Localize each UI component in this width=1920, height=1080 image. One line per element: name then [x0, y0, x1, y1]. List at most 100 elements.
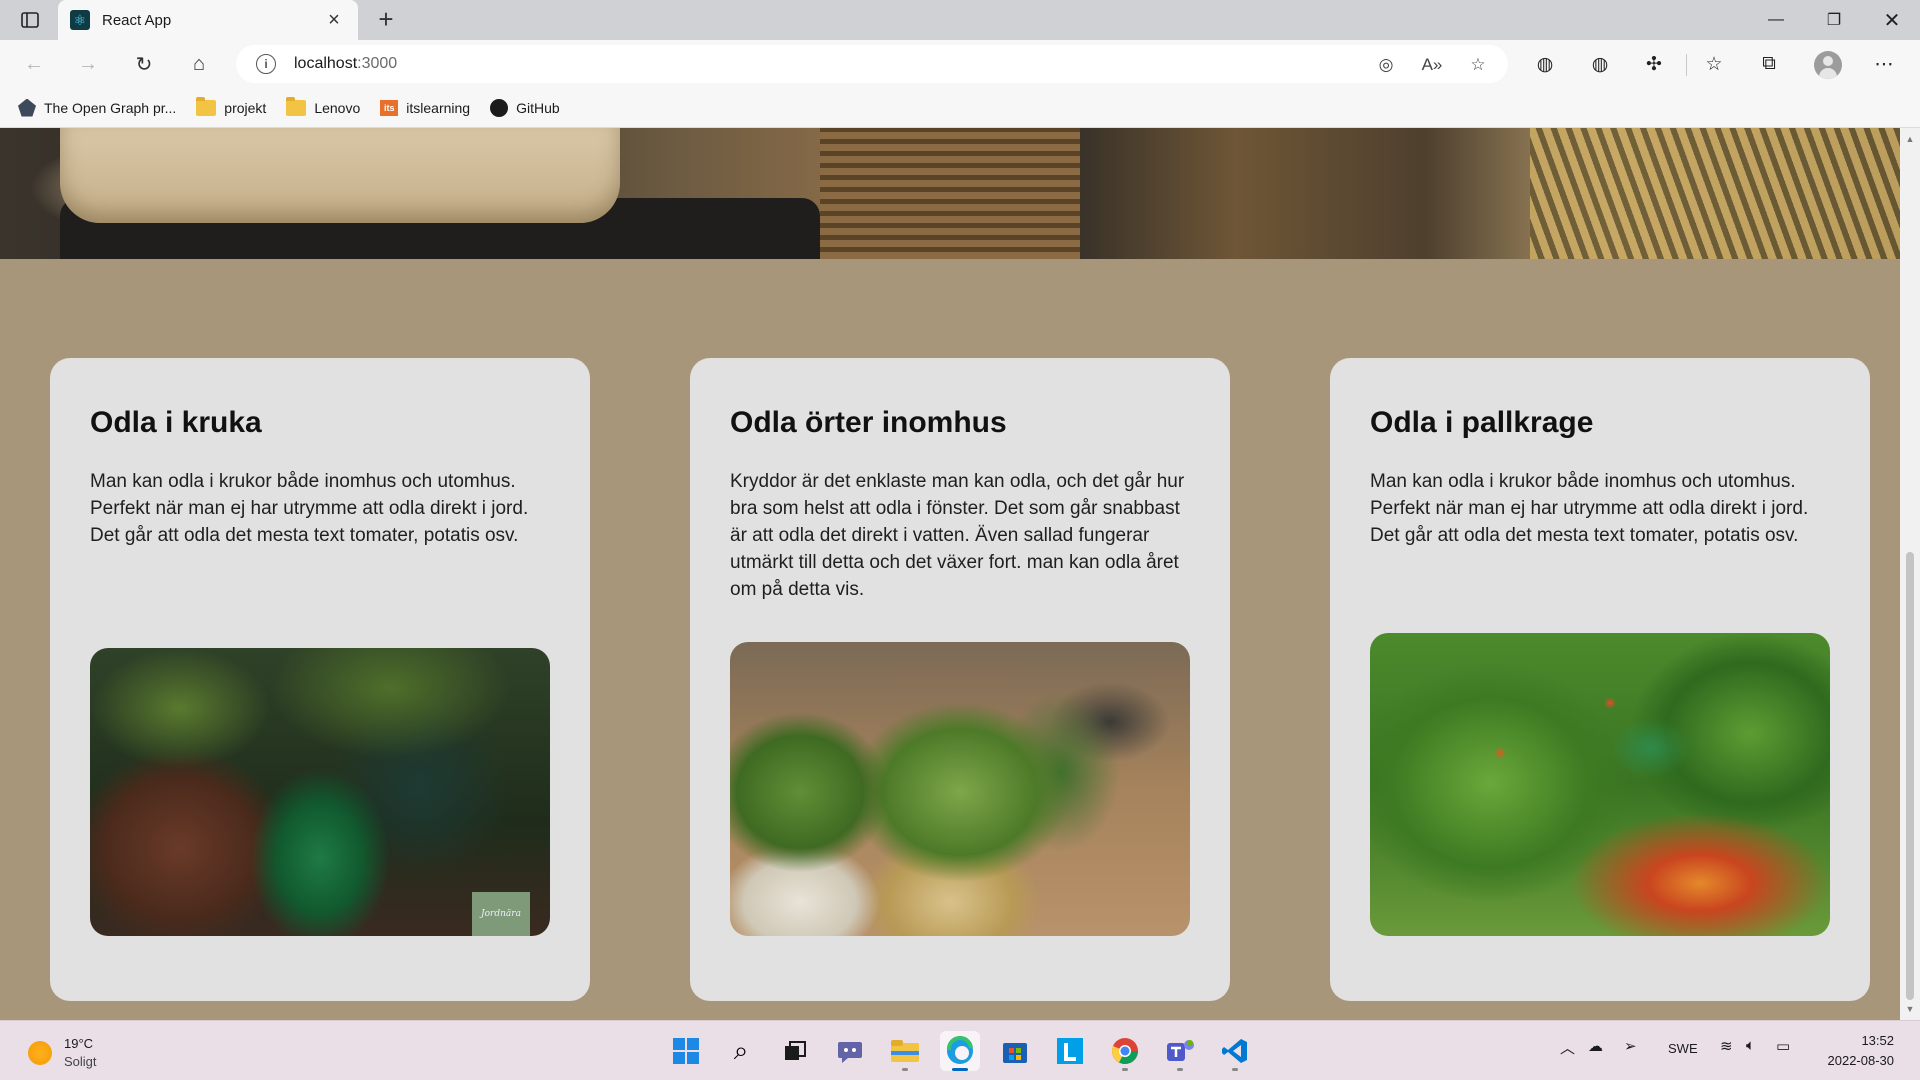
vscode-button[interactable]	[1215, 1031, 1255, 1071]
teams-chat-icon	[838, 1042, 862, 1063]
hero-image	[0, 128, 1900, 259]
active-indicator	[952, 1068, 968, 1071]
add-favorite-icon[interactable]: ☆	[1466, 53, 1490, 77]
url-text[interactable]: localhost:3000	[294, 55, 397, 73]
restore-button[interactable]: ❐	[1806, 0, 1862, 40]
favorites-icon[interactable]: ☆	[1696, 48, 1732, 80]
folder-icon	[286, 96, 307, 116]
tab-actions-button[interactable]	[14, 8, 46, 32]
chat-button[interactable]	[830, 1031, 870, 1071]
hero-wicker-shape	[1530, 128, 1900, 259]
bookmark-label: GitHub	[516, 99, 560, 116]
refresh-button[interactable]: ↻	[126, 48, 162, 80]
chrome-button[interactable]	[1105, 1031, 1145, 1071]
weather-widget[interactable]: 19°C Soligt	[28, 1035, 97, 1071]
card-orter: Odla örter inomhus Kryddor är det enklas…	[690, 358, 1230, 1001]
microsoft-store-icon	[1003, 1043, 1027, 1063]
weather-temperature: 19°C	[64, 1036, 94, 1051]
card-image-garden	[1370, 633, 1830, 936]
scrollbar-thumb[interactable]	[1906, 552, 1914, 1000]
taskbar: 19°C Soligt ⌕ ︿ ☁ ➢ SWE ≋ 🔈︎ ▭ 13:52 202…	[0, 1020, 1920, 1080]
volume-icon[interactable]: 🔈︎	[1746, 1037, 1755, 1054]
teams-icon	[1167, 1040, 1194, 1061]
close-tab-icon[interactable]: ×	[322, 9, 346, 32]
scroll-up-icon[interactable]: ▲	[1905, 134, 1915, 144]
card-title: Odla i pallkrage	[1370, 406, 1594, 439]
card-text: Man kan odla i krukor både inomhus och u…	[1370, 471, 1809, 546]
hero-basket-shape	[820, 128, 1080, 259]
new-tab-button[interactable]: +	[370, 4, 402, 36]
page-scrollbar[interactable]: ▲ ▼	[1900, 128, 1920, 1020]
tab-react-app[interactable]: ⚛ React App ×	[58, 0, 358, 40]
jordnara-logo: Jordnära	[472, 892, 530, 936]
bookmark-opengraph[interactable]: The Open Graph pr...	[18, 98, 176, 117]
card-title: Odla örter inomhus	[730, 406, 1007, 439]
page-viewport: Odla i kruka Man kan odla i krukor både …	[0, 128, 1900, 1020]
onedrive-sync-icon[interactable]: ☁	[1588, 1037, 1603, 1055]
extension-globe-icon[interactable]: ◍	[1527, 48, 1563, 80]
more-menu-icon[interactable]: ⋯	[1866, 48, 1902, 80]
running-indicator	[1122, 1068, 1128, 1071]
extension-globe-2-icon[interactable]: ◍	[1582, 48, 1618, 80]
vscode-icon	[1222, 1039, 1247, 1063]
language-indicator[interactable]: SWE	[1668, 1041, 1698, 1056]
bookmark-github[interactable]: GitHub	[490, 98, 560, 117]
site-info-icon[interactable]: i	[256, 54, 276, 74]
scroll-down-icon[interactable]: ▼	[1905, 1004, 1915, 1014]
file-explorer-button[interactable]	[885, 1031, 925, 1071]
lenovo-l-icon	[1057, 1038, 1083, 1064]
bookmark-folder-projekt[interactable]: projekt	[196, 96, 267, 116]
teams-button[interactable]	[1160, 1031, 1200, 1071]
react-icon: ⚛	[70, 10, 90, 30]
edge-button[interactable]	[940, 1031, 980, 1071]
search-icon: ⌕	[733, 1035, 749, 1065]
home-button[interactable]: ⌂	[181, 48, 217, 80]
store-button[interactable]	[995, 1031, 1035, 1071]
card-kruka: Odla i kruka Man kan odla i krukor både …	[50, 358, 590, 1001]
running-indicator	[902, 1068, 908, 1071]
weather-condition: Soligt	[64, 1054, 97, 1069]
lenovo-app-button[interactable]	[1050, 1031, 1090, 1071]
bookmark-label: projekt	[224, 99, 267, 116]
start-button[interactable]	[666, 1031, 706, 1071]
battery-icon[interactable]: ▭	[1776, 1037, 1790, 1055]
read-aloud-icon[interactable]: A»	[1420, 53, 1444, 77]
clock-date: 2022-08-30	[1827, 1053, 1895, 1068]
card-title: Odla i kruka	[90, 406, 262, 439]
close-window-button[interactable]: ✕	[1864, 0, 1920, 40]
card-text: Man kan odla i krukor både inomhus och u…	[90, 471, 529, 546]
running-indicator	[1232, 1068, 1238, 1071]
search-button[interactable]: ⌕	[721, 1031, 761, 1071]
bookmark-itslearning[interactable]: its itslearning	[380, 99, 470, 116]
wifi-icon[interactable]: ≋	[1720, 1037, 1733, 1055]
card-text: Kryddor är det enklaste man kan odla, oc…	[730, 471, 1185, 600]
location-arrow-icon[interactable]: ➢	[1624, 1037, 1637, 1055]
address-bar[interactable]: i localhost:3000 ◎ A» ☆	[236, 45, 1508, 83]
sun-icon	[28, 1041, 52, 1065]
tab-strip: ⚛ React App × + — ❐ ✕	[0, 0, 1920, 40]
bookmark-label: Lenovo	[314, 99, 361, 116]
toolbar-divider	[1686, 54, 1687, 76]
forward-button[interactable]: →	[70, 48, 106, 80]
hero-cushion-shape	[60, 128, 620, 223]
bookmark-folder-lenovo[interactable]: Lenovo	[286, 96, 361, 116]
card-image-herbs	[730, 642, 1190, 936]
task-view-button[interactable]	[775, 1031, 815, 1071]
back-button[interactable]: ←	[16, 48, 52, 80]
task-view-icon	[785, 1041, 806, 1060]
browser-toolbar: ← → ↻ ⌂ i localhost:3000 ◎ A» ☆ ◍ ◍ ✣ ☆ …	[0, 40, 1920, 88]
location-icon[interactable]: ◎	[1374, 53, 1398, 77]
folder-icon	[196, 96, 217, 116]
file-explorer-icon	[891, 1040, 919, 1062]
show-hidden-icons-button[interactable]: ︿	[1560, 1037, 1575, 1058]
profile-avatar[interactable]	[1814, 51, 1842, 79]
minimize-button[interactable]: —	[1748, 0, 1804, 40]
itslearning-icon: its	[380, 99, 399, 116]
windows-icon	[673, 1038, 699, 1064]
system-clock[interactable]: 13:52 2022-08-30	[1828, 1031, 1895, 1071]
card-image-pots: Jordnära	[90, 648, 550, 936]
collections-icon[interactable]: ⧉	[1751, 48, 1787, 80]
extensions-icon[interactable]: ✣	[1636, 48, 1672, 80]
github-icon	[490, 98, 509, 117]
edge-icon	[946, 1036, 973, 1064]
